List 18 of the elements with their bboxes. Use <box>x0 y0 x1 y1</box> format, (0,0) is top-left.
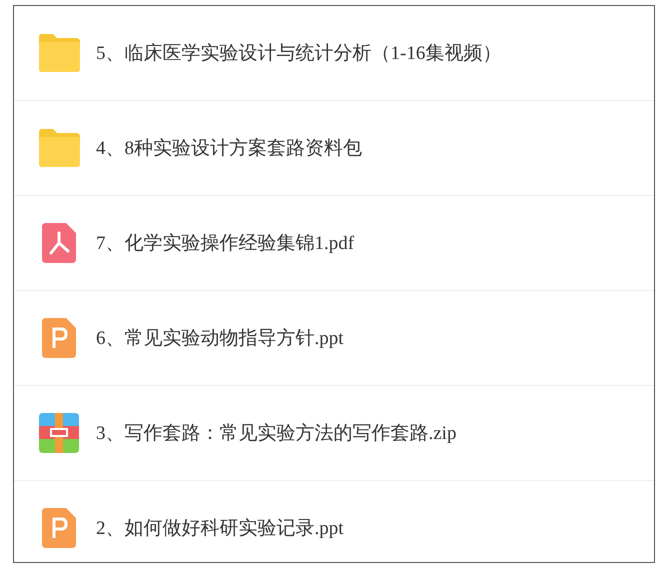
file-name: 7、化学实验操作经验集锦1.pdf <box>96 232 354 256</box>
file-name: 4、8种实验设计方案套路资料包 <box>96 136 362 161</box>
folder-icon <box>36 33 82 73</box>
file-row[interactable]: 3、写作套路：常见实验方法的写作套路.zip <box>14 386 654 481</box>
pdf-icon <box>42 223 76 263</box>
file-name: 2、如何做好科研实验记录.ppt <box>96 517 344 541</box>
file-name: 6、常见实验动物指导方针.ppt <box>96 327 344 351</box>
file-row[interactable]: 2、如何做好科研实验记录.ppt <box>14 481 654 562</box>
file-row[interactable]: 4、8种实验设计方案套路资料包 <box>14 101 654 196</box>
file-name: 5、临床医学实验设计与统计分析（1-16集视频） <box>96 42 502 66</box>
file-name: 3、写作套路：常见实验方法的写作套路.zip <box>96 422 456 446</box>
file-row[interactable]: 6、常见实验动物指导方针.ppt <box>14 291 654 386</box>
presentation-file-icon <box>42 318 76 358</box>
presentation-file-icon <box>42 508 76 548</box>
folder-icon <box>36 128 82 168</box>
file-row[interactable]: 5、临床医学实验设计与统计分析（1-16集视频） <box>14 6 654 101</box>
archive-icon <box>39 413 79 453</box>
file-row[interactable]: 7、化学实验操作经验集锦1.pdf <box>14 196 654 291</box>
